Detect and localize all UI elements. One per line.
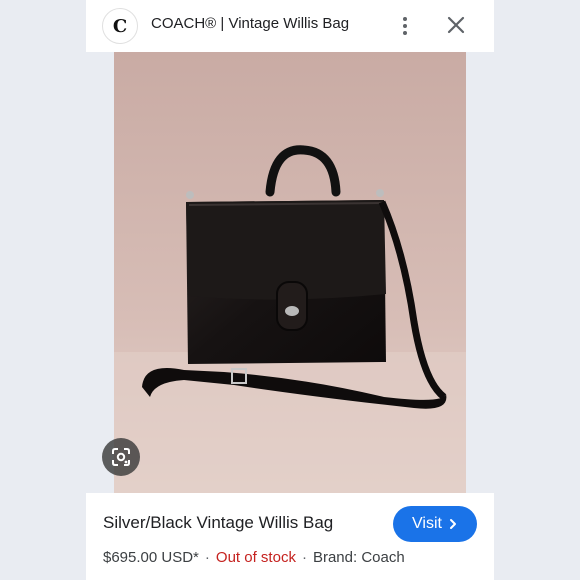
coach-logo-icon: C xyxy=(102,8,138,44)
product-image[interactable] xyxy=(114,52,466,493)
left-margin xyxy=(0,0,86,580)
google-lens-icon xyxy=(112,448,130,466)
product-meta: $695.00 USD* · Out of stock · Brand: Coa… xyxy=(103,549,405,566)
visit-label: Visit xyxy=(412,515,442,532)
logo-letter: C xyxy=(113,16,127,37)
page-title: COACH® | Vintage Willis Bag xyxy=(151,15,350,32)
separator: · xyxy=(204,549,210,566)
price: $695.00 USD* xyxy=(103,549,199,566)
close-button[interactable] xyxy=(444,13,468,37)
more-vertical-icon xyxy=(403,17,407,21)
chevron-right-icon xyxy=(449,519,456,529)
image-area xyxy=(86,52,494,493)
visit-button[interactable]: Visit xyxy=(393,506,477,542)
product-name: Silver/Black Vintage Willis Bag xyxy=(103,513,334,532)
google-lens-button[interactable] xyxy=(102,438,140,476)
product-card: C COACH® | Vintage Willis Bag Silver/Bla… xyxy=(86,0,494,580)
right-margin xyxy=(494,0,580,580)
close-icon xyxy=(447,16,465,34)
header: C COACH® | Vintage Willis Bag xyxy=(86,0,494,52)
brand: Brand: Coach xyxy=(312,549,405,566)
more-options-button[interactable] xyxy=(393,12,417,40)
stock-status: Out of stock xyxy=(215,549,296,566)
separator: · xyxy=(301,549,307,566)
